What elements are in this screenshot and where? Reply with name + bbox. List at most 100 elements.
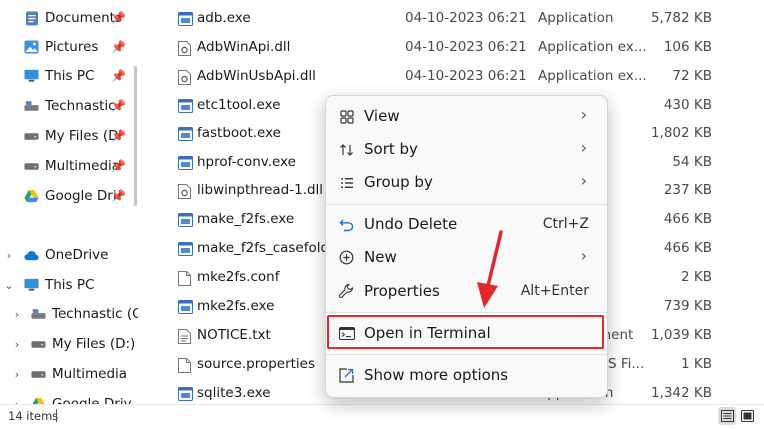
- highlight-box: [327, 315, 604, 349]
- sort-icon: [338, 141, 355, 158]
- sidebar-item-multimedia-drive[interactable]: › Multimedia: [0, 360, 138, 388]
- sidebar-scrollbar[interactable]: [134, 66, 137, 206]
- menu-item-undo-delete[interactable]: Undo Delete Ctrl+Z: [330, 208, 603, 241]
- drive-icon: [31, 307, 46, 322]
- file-name: make_f2fs.exe: [197, 211, 295, 227]
- menu-item-label: Properties: [364, 282, 440, 300]
- monitor-icon: [24, 278, 39, 293]
- file-name: mke2fs.conf: [197, 269, 280, 285]
- sidebar-item-technastic[interactable]: Technastic 📌: [0, 92, 138, 120]
- drive-icon: [31, 337, 46, 352]
- sidebar-item-label: This PC: [45, 277, 95, 293]
- exe-file-icon: [178, 12, 193, 27]
- file-type: S Fi...: [608, 356, 645, 372]
- file-name: NOTICE.txt: [197, 327, 271, 343]
- sidebar-item-this-pc-pinned[interactable]: This PC 📌: [0, 62, 138, 90]
- menu-item-show-more-options[interactable]: Show more options: [330, 359, 603, 392]
- details-view-button[interactable]: [718, 407, 736, 425]
- sidebar-item-this-pc[interactable]: ⌄ This PC: [0, 271, 138, 299]
- menu-item-view[interactable]: View ›: [330, 100, 603, 133]
- file-type: Application ex...: [538, 68, 647, 84]
- file-name: adb.exe: [197, 10, 251, 26]
- menu-separator: [326, 312, 607, 313]
- file-name: etc1tool.exe: [197, 97, 281, 113]
- sidebar-item-documents[interactable]: Documents 📌: [0, 4, 138, 32]
- menu-separator: [326, 204, 607, 205]
- sidebar-item-multimedia[interactable]: Multimedia 📌: [0, 152, 138, 180]
- tiles-view-icon: [740, 410, 754, 422]
- menu-item-label: Sort by: [364, 140, 418, 158]
- menu-item-properties[interactable]: Properties Alt+Enter: [330, 275, 603, 308]
- file-name: AdbWinUsbApi.dll: [197, 68, 316, 84]
- file-size: 1,802 KB: [650, 125, 712, 141]
- file-row[interactable]: AdbWinUsbApi.dll 04-10-2023 06:21 Applic…: [146, 63, 764, 92]
- status-bar: 14 items: [0, 404, 764, 429]
- tiles-view-button[interactable]: [738, 407, 756, 425]
- file-row[interactable]: adb.exe 04-10-2023 06:21 Application 5,7…: [146, 5, 764, 34]
- exe-file-icon: [178, 213, 193, 228]
- chevron-right-icon[interactable]: ›: [12, 308, 22, 321]
- shortcut-label: Ctrl+Z: [542, 216, 589, 232]
- chevron-down-icon[interactable]: ⌄: [4, 279, 14, 292]
- file-name: hprof-conv.exe: [197, 154, 296, 170]
- file-name: mke2fs.exe: [197, 298, 275, 314]
- sidebar-item-label: Technastic (C: [52, 306, 138, 322]
- file-size: 106 KB: [663, 39, 712, 55]
- dll-file-icon: [178, 184, 193, 199]
- drive-icon: [24, 99, 39, 114]
- exe-file-icon: [178, 156, 193, 171]
- file-name: make_f2fs_casefold.e: [197, 240, 342, 256]
- item-count: 14 items: [8, 409, 59, 423]
- sidebar-item-label: Pictures: [45, 39, 99, 55]
- chevron-right-icon[interactable]: ›: [4, 249, 14, 262]
- file-size: 54 KB: [672, 154, 712, 170]
- sidebar-item-google-drive[interactable]: Google Dri 📌: [0, 182, 138, 210]
- chevron-right-icon[interactable]: ›: [12, 368, 22, 381]
- share-icon: [338, 367, 355, 384]
- sidebar-item-label: Technastic: [45, 98, 116, 114]
- pin-icon: 📌: [111, 69, 126, 83]
- menu-item-label: Show more options: [364, 366, 509, 384]
- sidebar-item-my-files[interactable]: My Files (D 📌: [0, 122, 138, 150]
- sidebar-item-label: My Files (D: [45, 128, 119, 144]
- file-name: libwinpthread-1.dll: [197, 182, 324, 198]
- monitor-icon: [24, 69, 39, 84]
- sidebar-item-label: Multimedia: [52, 366, 128, 382]
- menu-item-group-by[interactable]: Group by ›: [330, 166, 603, 199]
- menu-separator: [326, 354, 607, 355]
- navigation-pane: Documents 📌 Pictures 📌 This PC 📌 Technas…: [0, 0, 138, 404]
- menu-item-new[interactable]: New ›: [330, 241, 603, 274]
- shortcut-label: Alt+Enter: [520, 283, 589, 299]
- sidebar-item-technastic-c[interactable]: › Technastic (C: [0, 300, 138, 328]
- file-type: Application ex...: [538, 39, 647, 55]
- group-icon: [338, 174, 355, 191]
- sidebar-item-onedrive[interactable]: › OneDrive: [0, 241, 138, 269]
- exe-file-icon: [178, 242, 193, 257]
- chevron-right-icon: ›: [580, 171, 587, 190]
- sidebar-item-google-drive-pc[interactable]: › Google Driv: [0, 390, 138, 404]
- text-file-icon: [178, 329, 193, 344]
- sidebar-item-label: Multimedia: [45, 158, 121, 174]
- chevron-right-icon[interactable]: ›: [12, 338, 22, 351]
- file-size: 1,039 KB: [650, 327, 712, 343]
- menu-item-label: View: [364, 107, 400, 125]
- menu-item-sort-by[interactable]: Sort by ›: [330, 133, 603, 166]
- file-size: 72 KB: [672, 68, 712, 84]
- drive-icon: [31, 367, 46, 382]
- file-name: sqlite3.exe: [197, 385, 271, 401]
- sidebar-item-label: Google Driv: [52, 396, 132, 404]
- file-icon: [178, 358, 193, 373]
- sidebar-item-label: This PC: [45, 68, 95, 84]
- exe-file-icon: [178, 300, 193, 315]
- file-name: fastboot.exe: [197, 125, 281, 141]
- file-row[interactable]: AdbWinApi.dll 04-10-2023 06:21 Applicati…: [146, 34, 764, 63]
- file-size: 739 KB: [663, 298, 712, 314]
- annotation-arrow-icon: [477, 230, 503, 308]
- sidebar-item-my-files-d[interactable]: › My Files (D:): [0, 330, 138, 358]
- drive-icon: [24, 159, 39, 174]
- file-size: 2 KB: [681, 269, 712, 285]
- sidebar-item-pictures[interactable]: Pictures 📌: [0, 33, 138, 61]
- view-grid-icon: [338, 108, 355, 125]
- onedrive-icon: [24, 248, 39, 263]
- documents-icon: [24, 11, 39, 26]
